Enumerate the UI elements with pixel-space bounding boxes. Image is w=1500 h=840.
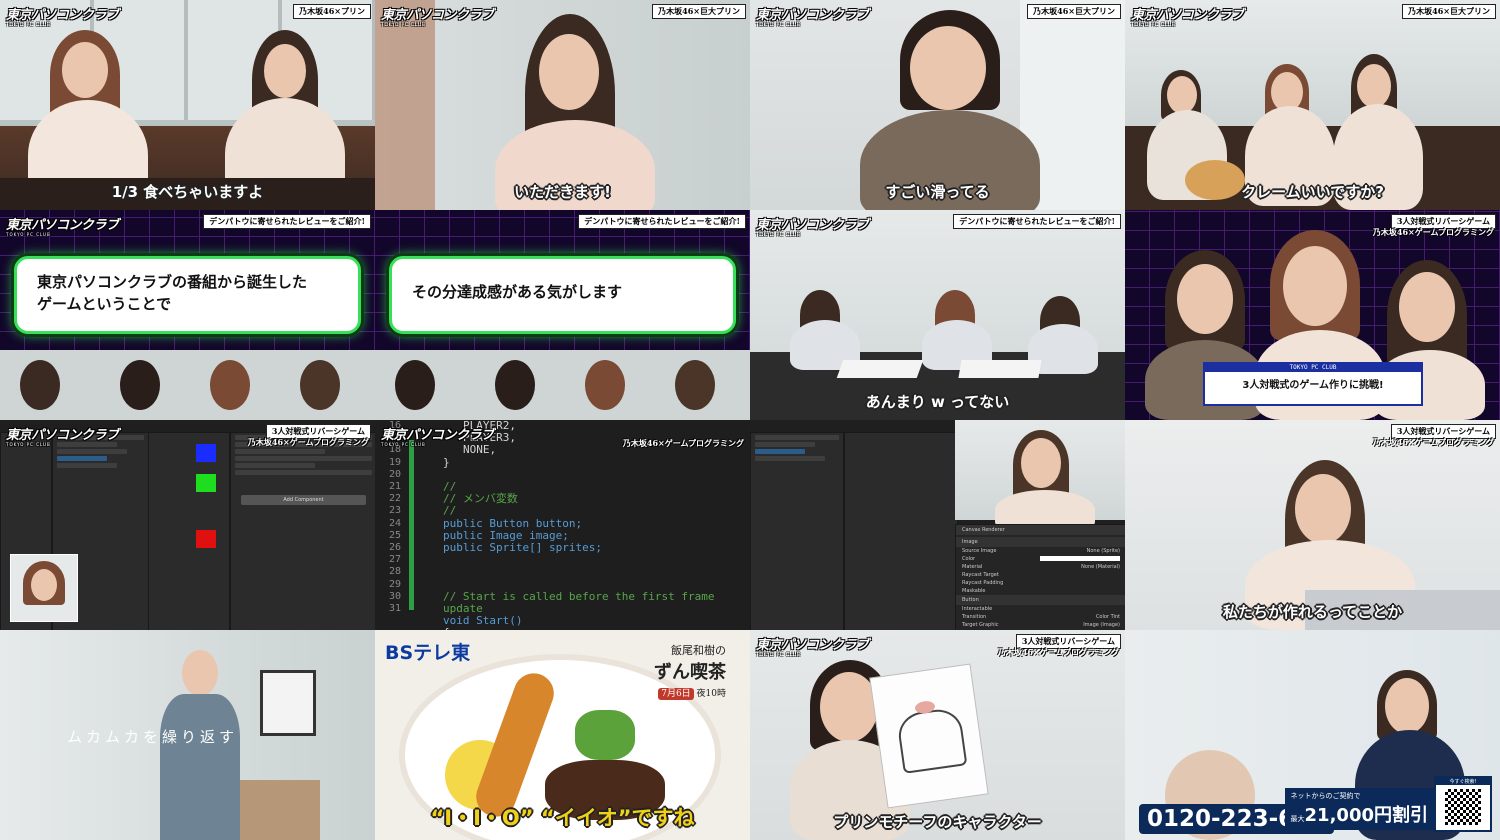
subtitle: “I・I・O” “イイオ”ですね	[430, 806, 695, 830]
subtitle: すごい滑ってる	[885, 183, 990, 201]
subtitle: ムカムカを繰り返す	[66, 728, 238, 746]
tile-8: TOKYO PC CLUB 3人対戦式のゲーム作りに挑戦! 3人対戦式リバーシゲ…	[1125, 210, 1500, 420]
review-text: ゲームということで	[37, 295, 172, 313]
show-logo: 東京パソコンクラブ TOKYO PC CLUB	[756, 218, 869, 237]
tile-5: 東京パソコンクラブの番組から誕生した ゲームということで 東京パソコンクラブ TO…	[0, 210, 375, 420]
show-logo: 東京パソコンクラブ TOKYO PC CLUB	[1131, 8, 1244, 27]
segment-tag: 乃木坂46×プリン	[293, 4, 371, 19]
tile-11: Canvas Renderer Image Source Image None (…	[750, 420, 1125, 630]
thumbnail-grid: 東京パソコンクラブ TOKYO PC CLUB 乃木坂46×プリン 1/3 食べち…	[0, 0, 1500, 840]
component-header[interactable]: Button	[956, 595, 1125, 605]
segment-tag: 乃木坂46×巨大プリン	[1027, 4, 1121, 19]
show-logo: 東京パソコンクラブ TOKYO PC CLUB	[756, 8, 869, 27]
segment-subtag: 乃木坂46×ゲームプログラミング	[247, 437, 369, 447]
segment-subtag: 乃木坂46×ゲームプログラミング	[622, 438, 744, 448]
line-numbers: 16 17 18 19 20 21 22 23 24 25 26 27 28 29 30 31	[375, 420, 405, 630]
tile-7: 東京パソコンクラブ TOKYO PC CLUB デンパトウに寄せられたレビューをご…	[750, 210, 1125, 420]
segment-tag: デンパトウに寄せられたレビューをご紹介!	[953, 214, 1121, 229]
segment-subtag: 乃木坂46×ゲームプログラミング	[1372, 227, 1494, 237]
subtitle: あんまり w ってない	[865, 393, 1010, 411]
code-editor[interactable]: PLAYER2, PLAYER3, NONE, } // // メンバ変数 //…	[443, 420, 750, 630]
show-logo: 東京パソコンクラブ TOKYO PC CLUB	[756, 638, 869, 657]
review-bubble: 東京パソコンクラブの番組から誕生した ゲームということで	[14, 256, 361, 334]
show-logo: 東京パソコンクラブ TOKYO PC CLUB	[381, 428, 494, 447]
subtitle: プリンモチーフのキャラクター	[833, 813, 1042, 831]
show-logo: 東京パソコンクラブ TOKYO PC CLUB	[6, 218, 119, 237]
show-logo: 東京パソコンクラブ TOKYO PC CLUB	[6, 428, 119, 447]
subtitle: いただきます!	[514, 183, 611, 201]
qr-code[interactable]: 今すぐ検索!	[1434, 776, 1492, 832]
air-time: 夜10時	[696, 689, 726, 699]
review-text: 東京パソコンクラブの番組から誕生した	[37, 273, 308, 291]
show-title: ずん喫茶	[654, 662, 726, 683]
segment-tag: 乃木坂46×巨大プリン	[1402, 4, 1496, 19]
show-logo: 東京パソコンクラブ TOKYO PC CLUB	[6, 8, 119, 27]
banner-text: 3人対戦式のゲーム作りに挑戦!	[1242, 380, 1384, 391]
tile-4: 東京パソコンクラブ TOKYO PC CLUB 乃木坂46×巨大プリン クレームい…	[1125, 0, 1500, 210]
show-logo: 東京パソコンクラブ TOKYO PC CLUB	[381, 8, 494, 27]
discount-badge: ネットからのご契約で 最大21,000円割引	[1284, 788, 1434, 830]
drawing-board	[869, 663, 989, 809]
tile-6: その分達成感がある気がします デンパトウに寄せられたレビューをご紹介!	[375, 210, 750, 420]
air-date: 7月6日	[658, 688, 694, 700]
show-title: 飯尾和樹の	[671, 644, 726, 657]
tile-12: 3人対戦式リバーシゲーム 乃木坂46×ゲームプログラミング 私たちが作れるってこ…	[1125, 420, 1500, 630]
add-component-button[interactable]: Add Component	[241, 495, 366, 505]
tile-3: 東京パソコンクラブ TOKYO PC CLUB 乃木坂46×巨大プリン すごい滑っ…	[750, 0, 1125, 210]
tile-16: 0120-223-663 ネットからのご契約で 最大21,000円割引 今すぐ検…	[1125, 630, 1500, 840]
tile-14: BSテレ東 飯尾和樹の ずん喫茶 7月6日 夜10時 “I・I・O” “イイオ”…	[375, 630, 750, 840]
subtitle: 私たちが作れるってことか	[1222, 603, 1403, 621]
tile-9: Add Component 東京パソコンクラブ TOKYO PC CLUB 3人対…	[0, 420, 375, 630]
banner-header: TOKYO PC CLUB	[1205, 364, 1421, 372]
component-header[interactable]: Canvas Renderer	[956, 525, 1125, 535]
segment-subtag: 乃木坂46×ゲームプログラミング	[997, 647, 1119, 657]
tile-2: 東京パソコンクラブ TOKYO PC CLUB 乃木坂46×巨大プリン いただきま…	[375, 0, 750, 210]
component-header[interactable]: Image	[956, 537, 1125, 547]
channel-logo: BSテレ東	[385, 642, 471, 664]
segment-tag: デンパトウに寄せられたレビューをご紹介!	[203, 214, 371, 229]
segment-tag: 乃木坂46×巨大プリン	[652, 4, 746, 19]
tile-10: 16 17 18 19 20 21 22 23 24 25 26 27 28 29 30 31 PLAYER2…	[375, 420, 750, 630]
tile-1: 東京パソコンクラブ TOKYO PC CLUB 乃木坂46×プリン 1/3 食べち…	[0, 0, 375, 210]
subtitle: クレームいいですか?	[1241, 183, 1384, 201]
tile-13: ムカムカを繰り返す	[0, 630, 375, 840]
segment-tag: デンパトウに寄せられたレビューをご紹介!	[578, 214, 746, 229]
review-text: その分達成感がある気がします	[412, 283, 623, 301]
tile-15: 東京パソコンクラブ TOKYO PC CLUB 3人対戦式リバーシゲーム 乃木坂4…	[750, 630, 1125, 840]
review-bubble: その分達成感がある気がします	[389, 256, 736, 334]
subtitle: 1/3 食べちゃいますよ	[111, 183, 264, 201]
segment-subtag: 乃木坂46×ゲームプログラミング	[1372, 437, 1494, 447]
